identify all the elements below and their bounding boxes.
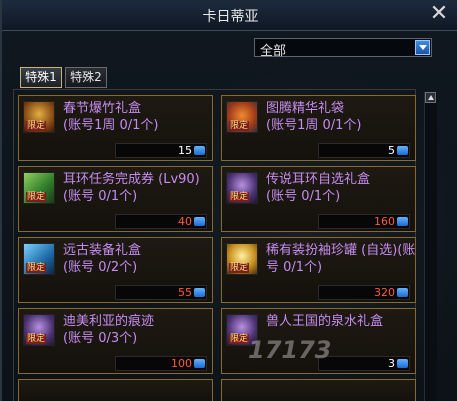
item-name: 迪美利亚的痕迹 (账号 0/3个) — [63, 314, 155, 346]
coupon-icon: 限定 — [23, 172, 55, 204]
limited-badge: 限定 — [26, 334, 47, 344]
cart-icon — [194, 359, 205, 368]
price-bar: 15 — [115, 143, 207, 158]
jar-icon: 限定 — [226, 243, 258, 275]
scrollbar[interactable] — [424, 92, 437, 401]
item-card[interactable]: 限定 远古装备礼盒 (账号 0/2个) 55 — [18, 237, 213, 303]
tab-special-2[interactable]: 特殊2 — [65, 67, 107, 88]
price-bar: 3 — [318, 356, 410, 371]
limited-badge: 限定 — [26, 263, 47, 273]
item-price: 320 — [374, 286, 395, 299]
limited-badge: 限定 — [229, 192, 250, 202]
limited-badge: 限定 — [26, 192, 47, 202]
chevron-down-icon[interactable] — [415, 40, 430, 55]
item-price: 160 — [374, 215, 395, 228]
limited-badge: 限定 — [229, 334, 250, 344]
category-filter-select[interactable]: 全部 — [254, 38, 432, 59]
item-card-partial[interactable] — [18, 379, 213, 401]
item-price: 100 — [171, 357, 192, 370]
item-name: 图腾精华礼袋 (账号1周 0/1个) — [266, 101, 362, 133]
item-price: 15 — [178, 144, 192, 157]
item-card[interactable]: 限定 图腾精华礼袋 (账号1周 0/1个) 5 — [221, 95, 416, 161]
cart-icon — [194, 288, 205, 297]
item-card[interactable]: 限定 耳环任务完成券 (Lv90)(账号 0/1个) 40 — [18, 166, 213, 232]
item-name: 兽人王国的泉水礼盒 — [266, 314, 384, 329]
cart-icon — [397, 288, 408, 297]
spring-box-icon: 限定 — [226, 314, 258, 346]
item-name: 春节爆竹礼盒 (账号1周 0/1个) — [63, 101, 159, 133]
item-card[interactable]: 限定 传说耳环自选礼盒 (账号 0/1个) 160 — [221, 166, 416, 232]
close-button[interactable]: ✕ — [429, 1, 449, 26]
item-name: 传说耳环自选礼盒 (账号 0/1个) — [266, 172, 371, 204]
price-bar: 40 — [115, 214, 207, 229]
cart-icon — [397, 359, 408, 368]
item-card[interactable]: 限定 迪美利亚的痕迹 (账号 0/3个) 100 — [18, 308, 213, 374]
price-bar: 160 — [318, 214, 410, 229]
item-card[interactable]: 限定 兽人王国的泉水礼盒 3 — [221, 308, 416, 374]
title-bar: 卡日蒂亚 ✕ — [2, 0, 457, 31]
firecracker-box-icon: 限定 — [23, 101, 55, 133]
price-bar: 5 — [318, 143, 410, 158]
item-name: 远古装备礼盒 (账号 0/2个) — [63, 243, 142, 275]
item-price: 3 — [388, 357, 395, 370]
limited-badge: 限定 — [229, 263, 250, 273]
item-name: 耳环任务完成券 (Lv90)(账号 0/1个) — [63, 172, 200, 204]
item-card[interactable]: 限定 稀有装扮袖珍罐 (自选)(账号 0/1个) 320 — [221, 237, 416, 303]
trace-box-icon: 限定 — [23, 314, 55, 346]
price-bar: 100 — [115, 356, 207, 371]
item-price: 55 — [178, 286, 192, 299]
cart-icon — [194, 217, 205, 226]
earring-box-icon: 限定 — [226, 172, 258, 204]
cart-icon — [397, 146, 408, 155]
window-title: 卡日蒂亚 — [202, 9, 259, 25]
shop-window: 卡日蒂亚 ✕ 全部 特殊1 特殊2 限定 春节爆竹礼盒 (账号1周 0/1个) … — [0, 0, 457, 401]
close-icon: ✕ — [429, 1, 449, 26]
filter-selected-value: 全部 — [260, 44, 287, 59]
item-card-partial[interactable] — [221, 379, 416, 401]
limited-badge: 限定 — [26, 121, 47, 131]
item-card[interactable]: 限定 春节爆竹礼盒 (账号1周 0/1个) 15 — [18, 95, 213, 161]
item-price: 40 — [178, 215, 192, 228]
totem-bag-icon: 限定 — [226, 101, 258, 133]
scroll-up-icon[interactable] — [425, 92, 436, 103]
item-name: 稀有装扮袖珍罐 (自选)(账号 0/1个) — [266, 243, 416, 275]
limited-badge: 限定 — [229, 121, 250, 131]
item-price: 5 — [388, 144, 395, 157]
cart-icon — [194, 146, 205, 155]
price-bar: 320 — [318, 285, 410, 300]
cart-icon — [397, 217, 408, 226]
tab-special-1[interactable]: 特殊1 — [20, 67, 62, 88]
price-bar: 55 — [115, 285, 207, 300]
equipment-box-icon: 限定 — [23, 243, 55, 275]
